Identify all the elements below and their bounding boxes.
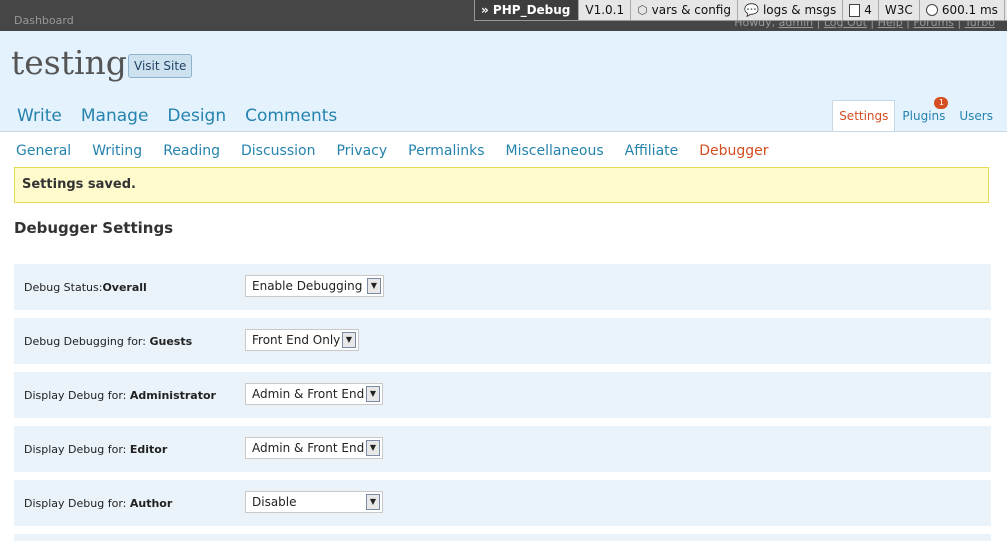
logs-msgs-label: logs & msgs [762, 3, 837, 17]
site-header: testing Visit Site Write Manage Design C… [0, 31, 1007, 132]
chevron-down-icon[interactable]: ▼ [366, 386, 380, 402]
nav-users[interactable]: Users [959, 109, 993, 130]
vars-config-button[interactable]: ⬡ vars & config [631, 0, 738, 20]
nav-plugins[interactable]: Plugins 1 [902, 97, 949, 130]
row-label: Debug Status:Overall [24, 281, 147, 294]
row-label-prefix: Debug Status: [24, 281, 103, 294]
subnav-writing[interactable]: Writing [92, 143, 142, 159]
select-value: Enable Debugging [252, 279, 363, 293]
dashboard-link[interactable]: Dashboard [14, 14, 74, 27]
row-label-prefix: Display Debug for: [24, 497, 130, 510]
visit-site-button[interactable]: Visit Site [128, 54, 193, 78]
row-label-role: Author [129, 497, 173, 510]
subnav-miscellaneous[interactable]: Miscellaneous [506, 143, 604, 159]
row-label-role: Administrator [129, 389, 216, 402]
row-label-prefix: Display Debug for: [24, 443, 130, 456]
queries-count: 4 [864, 3, 872, 17]
subnav-general[interactable]: General [16, 143, 71, 159]
settings-row-overall: Debug Status:Overall Enable Debugging ▼ [14, 264, 991, 310]
clock-icon [925, 4, 938, 16]
author-debug-select[interactable]: Disable ▼ [245, 491, 383, 513]
timer-button[interactable]: 600.1 ms [920, 0, 1005, 20]
logs-msgs-button[interactable]: 💬 logs & msgs [738, 0, 844, 20]
guests-debug-select[interactable]: Front End Only ▼ [245, 329, 359, 351]
settings-row-author: Display Debug for: Author Disable ▼ [14, 480, 991, 526]
chevron-down-icon[interactable]: ▼ [366, 440, 380, 456]
chevron-down-icon[interactable]: ▼ [342, 332, 356, 348]
nav-plugins-label: Plugins [902, 109, 946, 123]
package-icon: ⬡ [637, 3, 648, 17]
row-label: Debug Debugging for: Guests [24, 335, 192, 348]
nav-settings[interactable]: Settings [832, 100, 896, 131]
site-title: testing [11, 43, 127, 82]
settings-saved-notice: Settings saved. [14, 167, 989, 203]
database-icon [849, 3, 861, 17]
row-label-role: Guests [149, 335, 193, 348]
nav-manage[interactable]: Manage [81, 106, 149, 126]
settings-row-guests: Debug Debugging for: Guests Front End On… [14, 318, 991, 364]
subnav-affiliate[interactable]: Affiliate [625, 143, 679, 159]
timer-value: 600.1 ms [941, 3, 998, 17]
page-title: Debugger Settings [14, 219, 174, 237]
row-label: Display Debug for: Administrator [24, 389, 216, 402]
settings-row-partial [14, 534, 991, 541]
subnav-discussion[interactable]: Discussion [241, 143, 315, 159]
php-debug-version: V1.0.1 [579, 0, 632, 20]
settings-sub-nav: General Writing Reading Discussion Priva… [16, 143, 790, 159]
w3c-button[interactable]: W3C [879, 0, 920, 20]
row-label: Display Debug for: Author [24, 497, 172, 510]
row-label-prefix: Display Debug for: [24, 389, 130, 402]
queries-button[interactable]: 4 [843, 0, 879, 20]
debug-status-select[interactable]: Enable Debugging ▼ [245, 275, 384, 297]
main-nav: Write Manage Design Comments [17, 106, 356, 126]
row-label-role: Editor [129, 443, 168, 456]
select-value: Front End Only [252, 333, 341, 347]
right-nav: Settings Plugins 1 Users [832, 97, 993, 131]
subnav-privacy[interactable]: Privacy [336, 143, 387, 159]
subnav-debugger[interactable]: Debugger [699, 143, 768, 159]
row-label: Display Debug for: Editor [24, 443, 167, 456]
select-value: Admin & Front End [252, 441, 365, 455]
subnav-reading[interactable]: Reading [163, 143, 220, 159]
nav-design[interactable]: Design [167, 106, 226, 126]
nav-write[interactable]: Write [17, 106, 62, 126]
row-label-role: Overall [102, 281, 147, 294]
select-value: Disable [252, 495, 297, 509]
plugins-update-badge: 1 [934, 97, 949, 109]
nav-comments[interactable]: Comments [245, 106, 337, 126]
settings-row-editor: Display Debug for: Editor Admin & Front … [14, 426, 991, 472]
php-debug-toolbar: » PHP_Debug V1.0.1 ⬡ vars & config 💬 logs … [474, 0, 1007, 21]
editor-debug-select[interactable]: Admin & Front End ▼ [245, 437, 383, 459]
vars-config-label: vars & config [651, 3, 731, 17]
chevron-down-icon[interactable]: ▼ [367, 278, 381, 294]
select-value: Admin & Front End [252, 387, 365, 401]
row-label-prefix: Debug Debugging for: [24, 335, 150, 348]
speech-bubble-icon: 💬 [743, 3, 759, 17]
administrator-debug-select[interactable]: Admin & Front End ▼ [245, 383, 383, 405]
settings-row-administrator: Display Debug for: Administrator Admin &… [14, 372, 991, 418]
php-debug-title[interactable]: » PHP_Debug [475, 0, 580, 20]
subnav-permalinks[interactable]: Permalinks [408, 143, 484, 159]
chevron-down-icon[interactable]: ▼ [366, 494, 380, 510]
